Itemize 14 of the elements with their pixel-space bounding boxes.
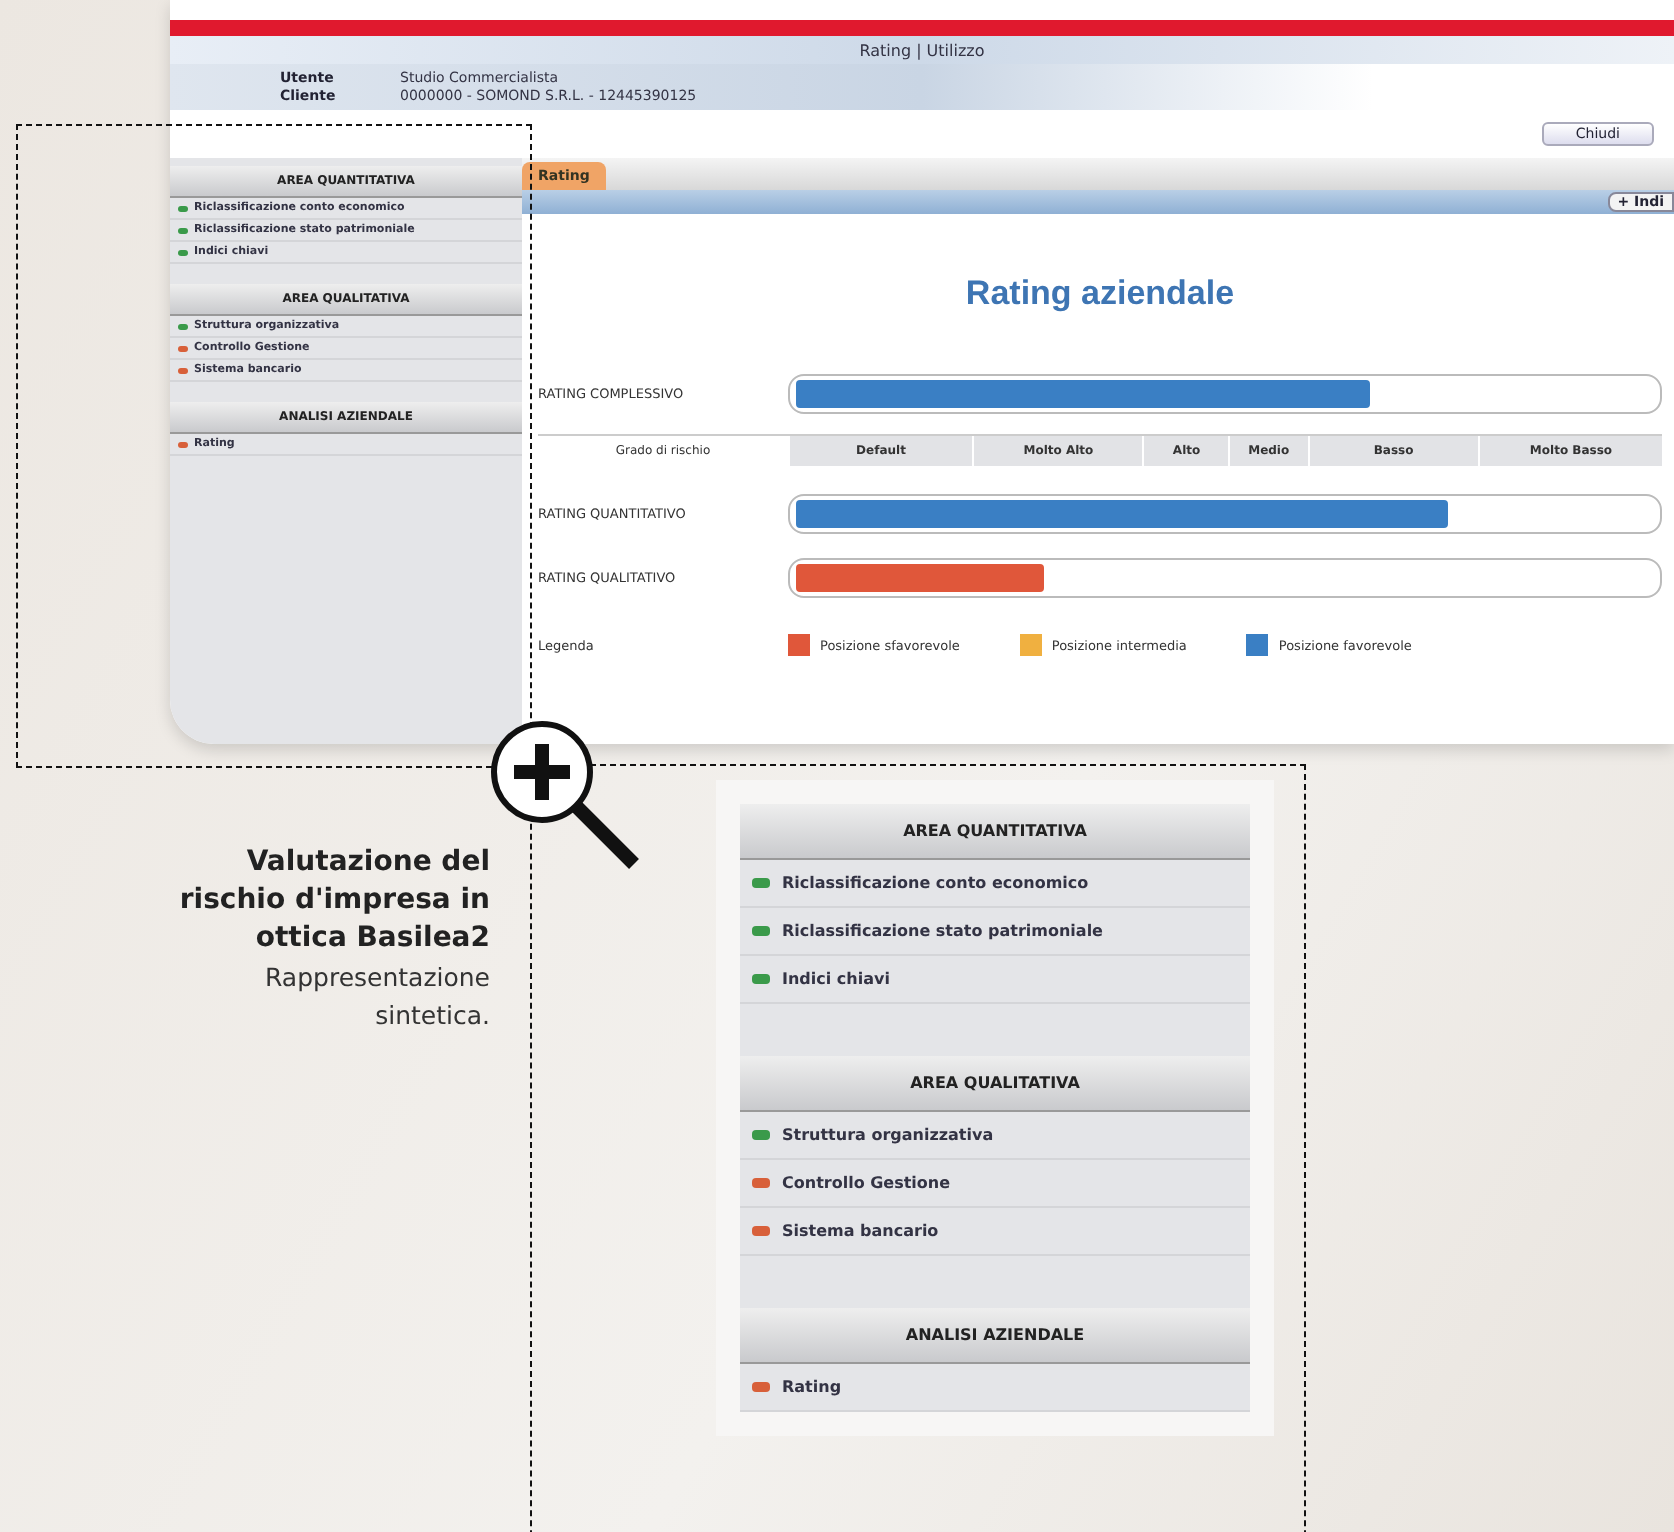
caption-title: Valutazione del rischio d'impresa in ottica Basilea2 <box>177 844 490 958</box>
menu-item[interactable]: Controllo Gestione <box>740 1160 1250 1208</box>
menu-item[interactable]: Sistema bancario <box>740 1208 1250 1256</box>
menu-section-header: AREA QUALITATIVA <box>740 1056 1250 1112</box>
caption-text: Rappresentazione sintetica. <box>263 960 490 1034</box>
menu-item[interactable]: Indici chiavi <box>740 956 1250 1004</box>
menu-item[interactable]: Struttura organizzativa <box>740 1112 1250 1160</box>
window-title: Rating | Utilizzo <box>859 41 985 59</box>
menu-item[interactable]: Riclassificazione conto economico <box>740 860 1250 908</box>
menu-section-header: ANALISI AZIENDALE <box>740 1308 1250 1364</box>
menu-item[interactable]: Rating <box>740 1364 1250 1412</box>
page-heading: Rating aziendale <box>963 274 1237 314</box>
menu-item[interactable]: Riclassificazione stato patrimoniale <box>740 908 1250 956</box>
menu-section-header: AREA QUANTITATIVA <box>740 804 1250 860</box>
